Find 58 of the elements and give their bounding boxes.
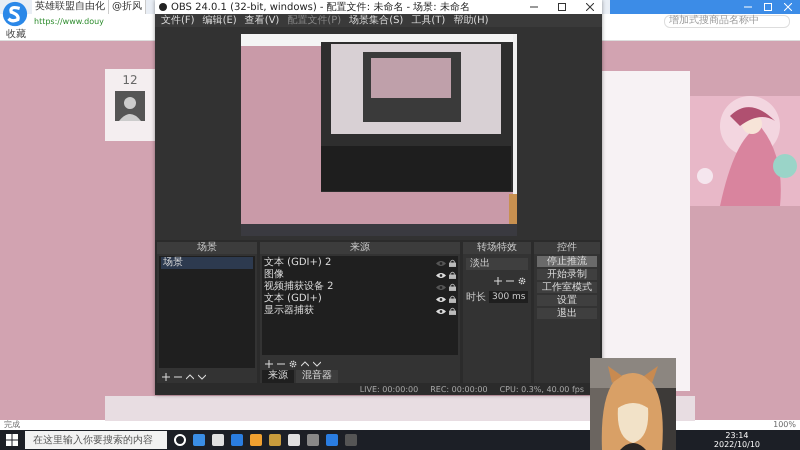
add-icon[interactable]: [265, 360, 273, 368]
control-button[interactable]: 开始录制: [537, 269, 597, 280]
zoom-text: 100%: [773, 420, 796, 430]
settings-icon[interactable]: [289, 360, 297, 368]
dock-tab[interactable]: 混音器: [296, 370, 338, 383]
clock[interactable]: 23:14 2022/10/10: [714, 431, 800, 449]
count-text: 12: [122, 73, 138, 87]
window-title: OBS 24.0.1 (32-bit, windows) - 配置文件: 未命名 - 场景: 未命名: [171, 0, 471, 14]
windows-start-icon[interactable]: [6, 434, 18, 446]
menu-item[interactable]: 帮助(H): [453, 14, 489, 26]
close-icon[interactable]: [586, 3, 594, 11]
menu-item[interactable]: 文件(F): [161, 14, 195, 26]
eye-icon[interactable]: [436, 272, 446, 278]
eye-icon[interactable]: [436, 308, 446, 314]
settings-icon[interactable]: [518, 276, 526, 284]
control-button[interactable]: 工作室模式: [537, 282, 597, 293]
dock-title: 转场特效: [463, 242, 531, 254]
scene-item[interactable]: 场景: [161, 257, 253, 269]
bookmark-item[interactable]: 收藏: [6, 28, 26, 40]
obs-logo-icon: [159, 3, 167, 11]
source-item[interactable]: 显示器捕获: [264, 305, 433, 317]
address-field[interactable]: https://www.douy: [34, 16, 154, 26]
menu-item[interactable]: 场景集合(S): [349, 14, 404, 26]
add-icon[interactable]: [162, 372, 170, 380]
lock-icon[interactable]: [449, 295, 456, 303]
status-text: CPU: 0.3%, 40.00 fps: [500, 384, 584, 394]
duration-field[interactable]: 300 ms: [489, 291, 528, 303]
source-item[interactable]: 图像: [264, 269, 433, 281]
source-item[interactable]: 文本 (GDI+): [264, 293, 433, 305]
dock-title: 来源: [260, 242, 460, 254]
status-text: LIVE: 00:00:00: [360, 384, 418, 394]
status-text: 完成: [4, 420, 20, 430]
transition-dropdown[interactable]: 淡出: [466, 258, 528, 270]
lock-icon[interactable]: [449, 283, 456, 291]
control-button[interactable]: 停止推流: [537, 256, 597, 267]
source-item[interactable]: 视频捕获设备 2: [264, 281, 433, 293]
lock-icon[interactable]: [449, 259, 456, 267]
circle-icon[interactable]: [174, 434, 186, 446]
menu-item[interactable]: 编辑(E): [202, 14, 237, 26]
control-button[interactable]: 退出: [537, 308, 597, 319]
menu-item[interactable]: 工具(T): [411, 14, 446, 26]
maximize-icon[interactable]: [558, 3, 566, 11]
browser-tab[interactable]: @折风: [109, 0, 146, 14]
taskbar-search-field[interactable]: 在这里输入你要搜索的内容: [25, 431, 167, 449]
status-text: REC: 00:00:00: [430, 384, 488, 394]
lock-icon[interactable]: [449, 307, 456, 315]
add-icon[interactable]: [494, 276, 502, 284]
source-item[interactable]: 文本 (GDI+) 2: [264, 257, 433, 269]
avatar-icon: [115, 91, 145, 121]
eye-icon[interactable]: [436, 296, 446, 302]
lock-icon[interactable]: [449, 271, 456, 279]
dock-title: 场景: [157, 242, 257, 254]
browser-tab[interactable]: 英雄联盟自由化: [32, 0, 109, 14]
control-button[interactable]: 设置: [537, 295, 597, 306]
dock-title: 控件: [534, 242, 600, 254]
menu-item[interactable]: 查看(V): [244, 14, 280, 26]
duration-label: 时长: [466, 290, 486, 304]
dock-tab[interactable]: 来源: [262, 370, 294, 383]
